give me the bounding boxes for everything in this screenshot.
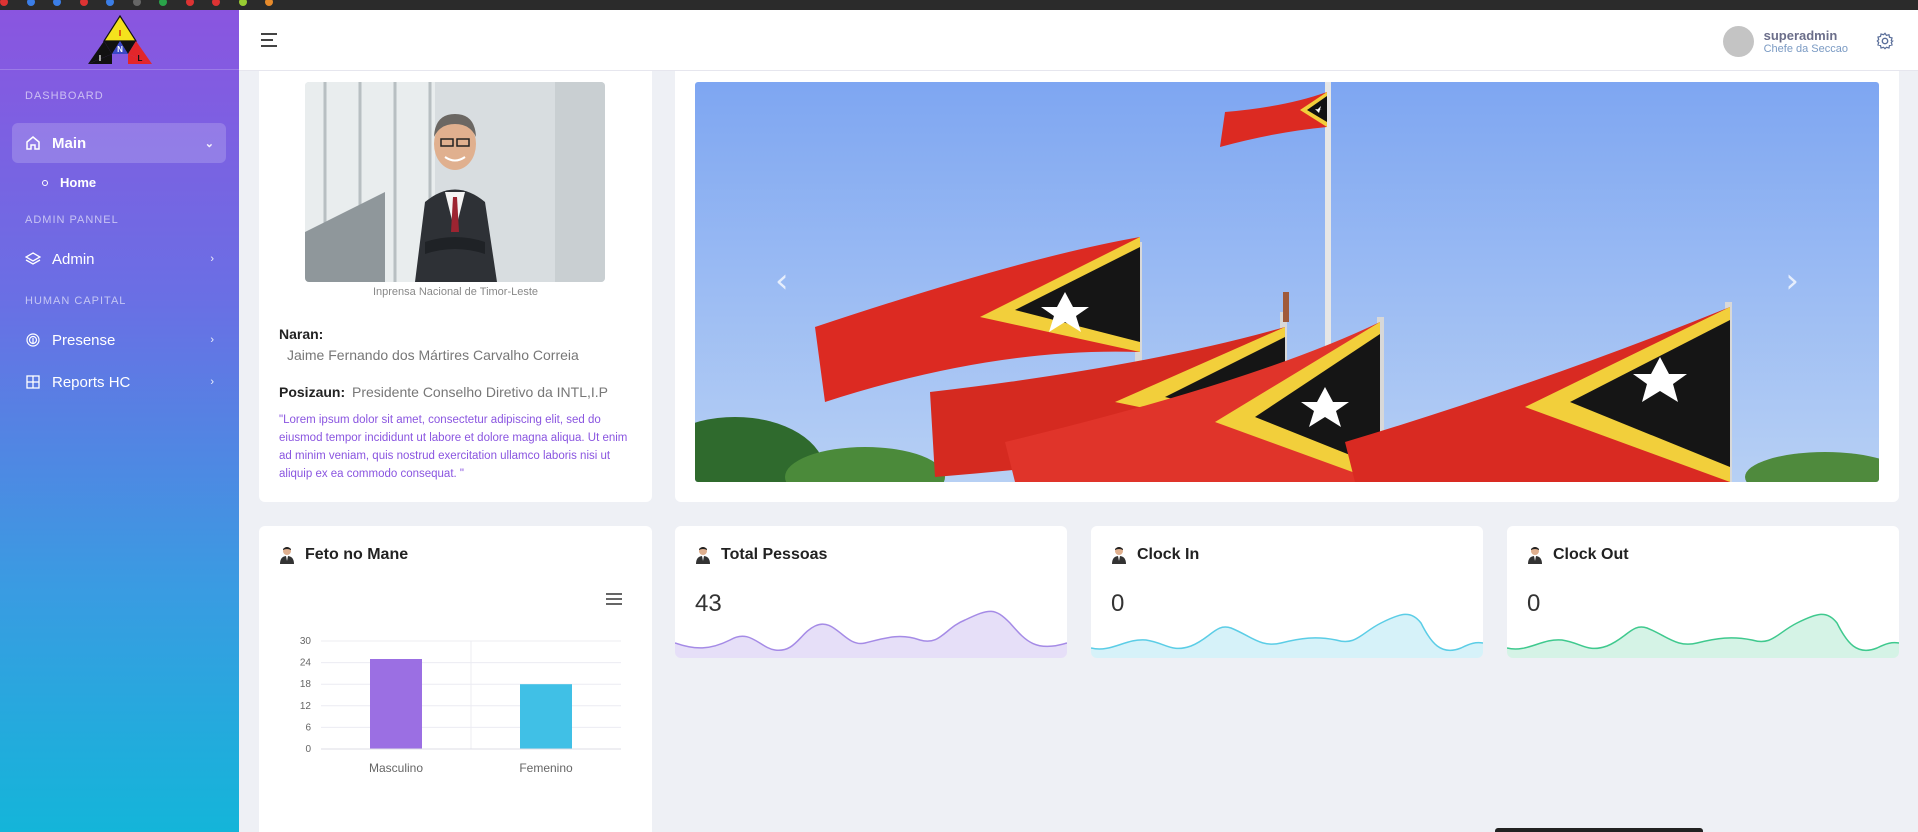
gear-icon[interactable] bbox=[1876, 32, 1894, 50]
grid-icon bbox=[24, 373, 42, 391]
section-dashboard: DASHBOARD bbox=[25, 90, 104, 102]
x-tick-label: Femenino bbox=[519, 761, 573, 775]
position-label: Posizaun: bbox=[279, 384, 346, 400]
director-quote: "Lorem ipsum dolor sit amet, consectetur… bbox=[279, 414, 628, 480]
image-carousel: ‹ › bbox=[675, 71, 1899, 502]
section-admin: ADMIN PANNEL bbox=[25, 214, 119, 226]
bullet-icon bbox=[42, 179, 48, 186]
sidebar-item-presense[interactable]: Presense › bbox=[12, 320, 226, 360]
y-tick-label: 0 bbox=[305, 744, 311, 755]
floating-toolbar-edge bbox=[1495, 828, 1703, 832]
svg-text:L: L bbox=[137, 54, 142, 63]
user-icon bbox=[1112, 547, 1126, 564]
chevron-right-icon: › bbox=[210, 253, 214, 265]
sidebar-item-label: Presense bbox=[52, 331, 116, 349]
user-icon bbox=[280, 547, 294, 564]
chevron-right-icon: › bbox=[210, 334, 214, 346]
avatar[interactable] bbox=[1722, 26, 1754, 57]
name-value: Jaime Fernando dos Mártires Carvalho Cor… bbox=[287, 347, 579, 363]
card-title: Total Pessoas bbox=[695, 546, 827, 564]
sparkline-total bbox=[675, 610, 1067, 658]
name-label: Naran: bbox=[279, 326, 324, 342]
user-menu[interactable]: superadmin Chefe da Seccao bbox=[1722, 26, 1848, 57]
chevron-right-icon: › bbox=[210, 376, 214, 388]
chevron-down-icon: ⌄ bbox=[204, 137, 214, 150]
svg-text:I: I bbox=[118, 29, 120, 38]
stat-card-clock-in: Clock In 0 bbox=[1091, 526, 1483, 658]
sidebar-item-home[interactable]: Home bbox=[42, 175, 96, 190]
carousel-prev-button[interactable]: ‹ bbox=[775, 261, 789, 301]
sidebar-item-reports-hc[interactable]: Reports HC › bbox=[12, 362, 226, 402]
carousel-slide-flags bbox=[695, 82, 1879, 482]
director-photo bbox=[305, 82, 605, 282]
gender-bar-chart: 0 6 12 18 24 30 Masculino Femenino bbox=[300, 636, 621, 775]
card-title-text: Total Pessoas bbox=[721, 546, 828, 563]
card-title: Clock Out bbox=[1527, 546, 1629, 564]
user-icon bbox=[1528, 547, 1542, 564]
bar-femenino bbox=[520, 684, 572, 749]
section-human-capital: HUMAN CAPITAL bbox=[25, 295, 127, 307]
layers-icon bbox=[24, 250, 42, 268]
sidebar-item-label: Admin bbox=[52, 250, 95, 268]
app-logo[interactable]: I N I L bbox=[0, 10, 239, 70]
y-tick-label: 24 bbox=[300, 658, 312, 669]
browser-bookmarks-bar bbox=[0, 0, 1918, 10]
sparkline-clock-in bbox=[1091, 613, 1483, 658]
user-icon bbox=[696, 547, 710, 564]
y-tick-label: 30 bbox=[300, 636, 312, 647]
carousel-next-button[interactable]: › bbox=[1785, 261, 1799, 301]
y-tick-label: 12 bbox=[300, 701, 312, 712]
director-profile-card: Inprensa Nacional de Timor-Leste Naran: … bbox=[259, 71, 652, 502]
sidebar-item-label: Reports HC bbox=[52, 373, 131, 391]
svg-text:I: I bbox=[98, 54, 100, 63]
y-tick-label: 6 bbox=[305, 722, 311, 733]
user-role: Chefe da Seccao bbox=[1763, 43, 1848, 55]
menu-toggle-icon[interactable] bbox=[261, 33, 277, 51]
position-value: Presidente Conselho Diretivo da INTL,I.P bbox=[352, 384, 609, 400]
gender-chart-card: Feto no Mane 0 6 12 18 24 30 Masculino Femenino bbox=[259, 526, 652, 832]
photo-caption: Inprensa Nacional de Timor-Leste bbox=[372, 286, 539, 298]
card-title: Feto no Mane bbox=[279, 546, 408, 564]
y-tick-label: 18 bbox=[300, 679, 312, 690]
x-tick-label: Masculino bbox=[369, 761, 423, 775]
logo-triangles-icon: I N I L bbox=[87, 14, 152, 64]
card-title-text: Clock In bbox=[1137, 546, 1200, 563]
bar-masculino bbox=[370, 659, 422, 749]
svg-text:N: N bbox=[117, 45, 123, 54]
card-title-text: Feto no Mane bbox=[305, 546, 409, 563]
sidebar-item-label: Home bbox=[60, 175, 97, 190]
stat-card-clock-out: Clock Out 0 bbox=[1507, 526, 1899, 658]
card-title: Clock In bbox=[1111, 546, 1199, 564]
sidebar-item-admin[interactable]: Admin › bbox=[12, 239, 226, 279]
card-title-text: Clock Out bbox=[1553, 546, 1629, 563]
topbar: superadmin Chefe da Seccao bbox=[239, 10, 1918, 71]
stat-card-total-pessoas: Total Pessoas 43 bbox=[675, 526, 1067, 658]
fingerprint-icon bbox=[24, 331, 42, 349]
sidebar-item-main[interactable]: Main ⌄ bbox=[12, 123, 226, 163]
sidebar-item-label: Main bbox=[52, 134, 87, 152]
sidebar: I N I L DASHBOARD Main ⌄ Home ADMIN PANN… bbox=[0, 10, 239, 832]
home-icon bbox=[24, 134, 42, 152]
user-name: superadmin bbox=[1763, 28, 1838, 43]
sparkline-clock-out bbox=[1507, 613, 1899, 658]
